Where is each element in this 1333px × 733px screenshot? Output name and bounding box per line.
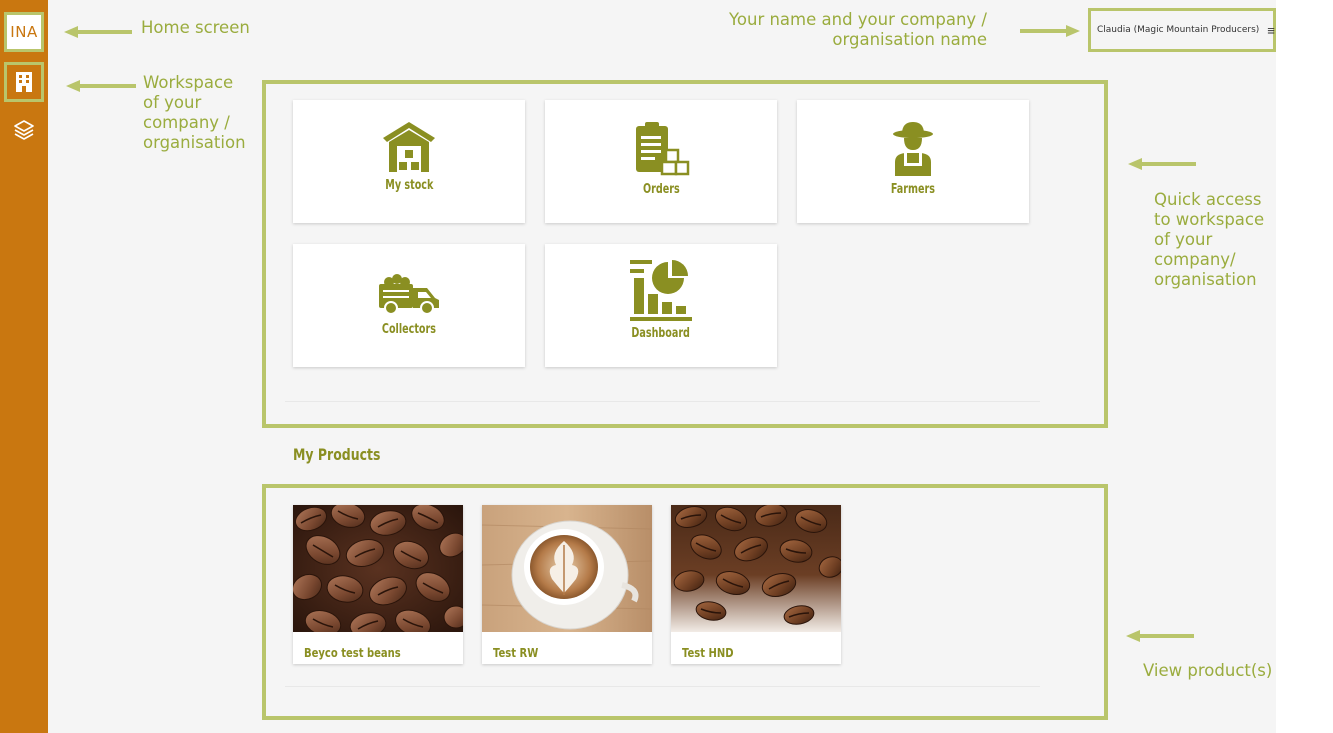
annotation-arrow-home (64, 26, 132, 38)
workspace-button[interactable] (4, 62, 44, 102)
products-divider (285, 686, 1040, 687)
sidebar: INA (0, 0, 48, 733)
annotation-arrow-name (1020, 25, 1080, 37)
product-name: Test RW (493, 645, 539, 660)
annotation-line: organisation (1154, 270, 1257, 289)
truck-icon (379, 274, 439, 315)
product-name: Beyco test beans (304, 645, 401, 660)
annotation-line: company/ (1154, 250, 1236, 269)
tile-orders[interactable]: Orders (545, 100, 777, 223)
farmer-icon (893, 122, 933, 176)
annotation-arrow-view (1126, 630, 1194, 642)
latte-art-photo (482, 505, 652, 632)
annotation-line: organisation name (832, 30, 987, 49)
tile-farmers[interactable]: Farmers (797, 100, 1029, 223)
annotation-line: Your name and your company / (729, 10, 987, 29)
clipboard-boxes-icon (636, 122, 690, 176)
annotation-name: Your name and your company / organisatio… (729, 10, 987, 50)
annotation-line: Quick access (1154, 190, 1262, 209)
annotation-quick-access: Quick access to workspace of your compan… (1154, 190, 1264, 290)
annotation-line: to workspace (1154, 210, 1265, 229)
user-name-label: Claudia (Magic Mountain Producers) (1097, 25, 1260, 35)
annotation-line: company / (143, 113, 230, 132)
tile-label: Farmers (890, 182, 936, 197)
annotation-arrow-quick (1128, 158, 1196, 170)
annotation-line: of your (143, 93, 202, 112)
tile-collectors[interactable]: Collectors (293, 244, 525, 367)
annotation-workspace: Workspace of your company / organisation (143, 73, 246, 153)
my-products-heading: My Products (293, 445, 381, 464)
tile-dashboard[interactable]: Dashboard (545, 244, 777, 367)
annotation-line: Workspace (143, 73, 234, 92)
tile-my-stock[interactable]: My stock (293, 100, 525, 223)
layers-button[interactable] (12, 118, 36, 142)
tile-label: My stock (384, 178, 434, 193)
building-icon (16, 72, 32, 92)
product-card-test-rw[interactable]: Test RW (482, 505, 652, 664)
coffee-beans-photo (293, 505, 463, 632)
section-divider (285, 401, 1040, 402)
tile-label: Dashboard (631, 326, 691, 341)
annotation-view-products: View product(s) (1143, 661, 1273, 680)
annotation-line: of your (1154, 230, 1213, 249)
annotation-arrow-workspace (66, 80, 136, 92)
layers-icon (14, 120, 34, 140)
tile-label: Collectors (381, 322, 436, 337)
user-account-menu[interactable]: Claudia (Magic Mountain Producers) ≡ (1088, 8, 1276, 52)
product-card-beyco[interactable]: Beyco test beans (293, 505, 463, 664)
annotation-line: organisation (143, 133, 246, 152)
coffee-beans-white-photo (671, 505, 841, 632)
dashboard-chart-icon (630, 260, 692, 321)
warehouse-icon (383, 122, 435, 172)
hamburger-menu-icon[interactable]: ≡ (1267, 24, 1275, 37)
annotation-home-screen: Home screen (141, 18, 250, 37)
product-card-test-hnd[interactable]: Test HND (671, 505, 841, 664)
home-logo-button[interactable]: INA (4, 12, 44, 52)
product-name: Test HND (682, 645, 734, 660)
tile-label: Orders (642, 182, 680, 197)
logo-text: INA (10, 23, 38, 41)
